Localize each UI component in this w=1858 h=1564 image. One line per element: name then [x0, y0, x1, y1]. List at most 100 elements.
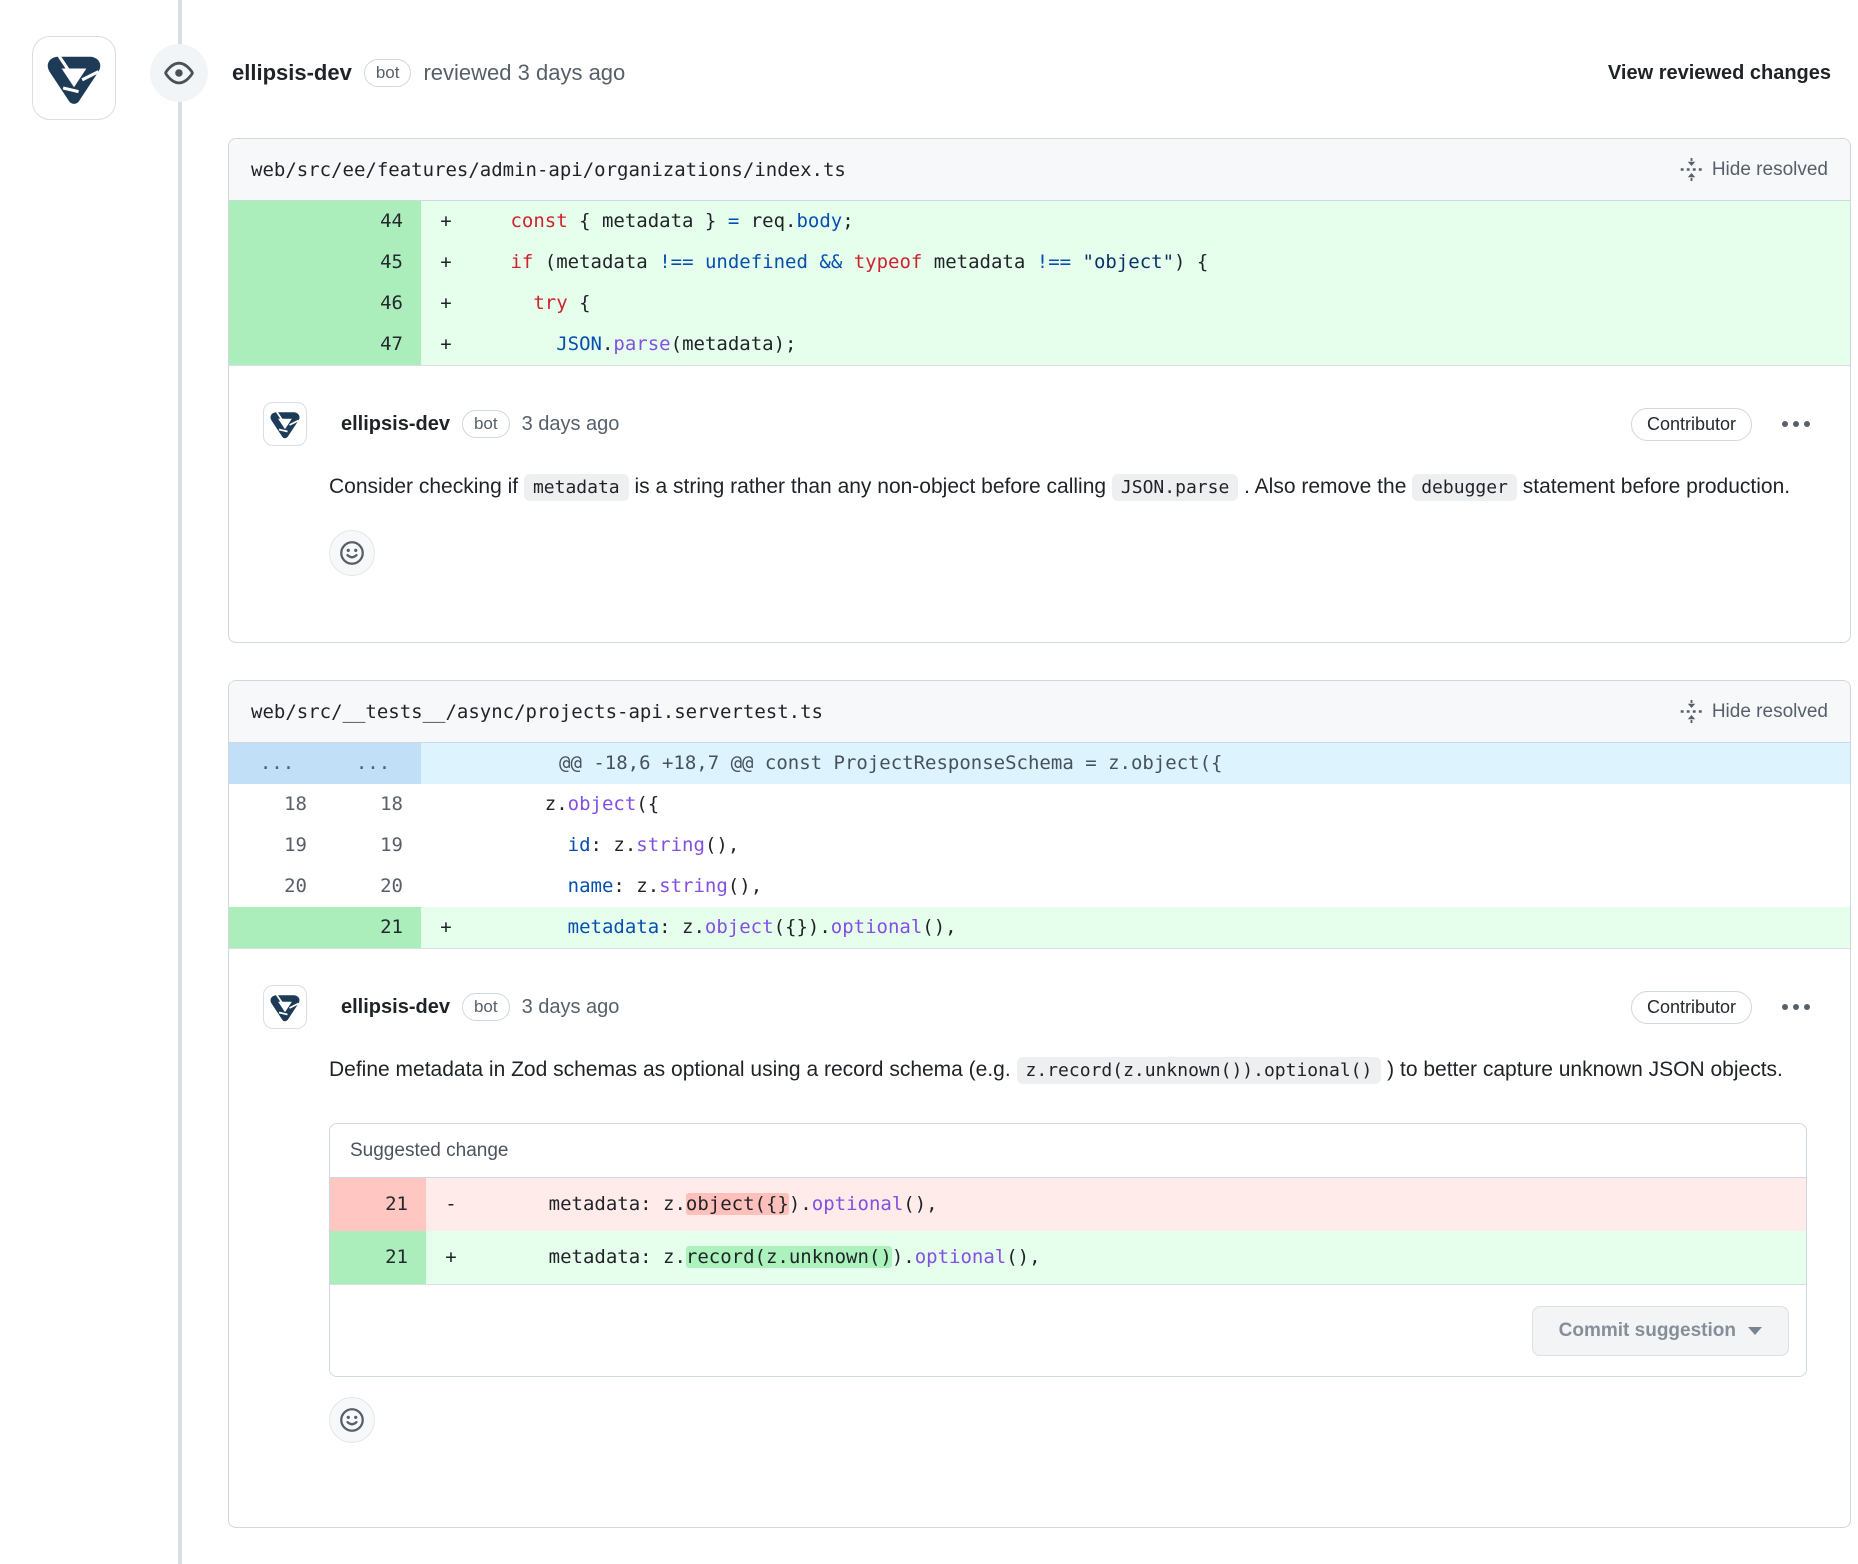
suggestion-diff: 21- metadata: z.object({}).optional(),21… — [330, 1178, 1806, 1285]
review-title: ellipsis-dev bot reviewed 3 days ago — [232, 59, 625, 87]
review-header: ellipsis-dev bot reviewed 3 days ago Vie… — [150, 44, 1831, 102]
view-reviewed-changes-link[interactable]: View reviewed changes — [1608, 62, 1831, 85]
diff-line: 1919 id: z.string(), — [229, 825, 1850, 866]
kebab-menu-icon[interactable] — [1780, 998, 1812, 1016]
hide-resolved-label: Hide resolved — [1712, 159, 1828, 181]
fold-icon — [1680, 158, 1703, 181]
hide-resolved-button[interactable]: Hide resolved — [1680, 700, 1828, 723]
diff-line: 1818 z.object({ — [229, 784, 1850, 825]
code-line: try { — [471, 283, 1850, 324]
file-path-link[interactable]: web/src/__tests__/async/projects-api.ser… — [251, 701, 823, 723]
commit-suggestion-button[interactable]: Commit suggestion — [1532, 1306, 1789, 1356]
diff-block: ......@@ -18,6 +18,7 @@ const ProjectRes… — [229, 743, 1850, 949]
pr-review-thread: ellipsis-dev bot reviewed 3 days ago Vie… — [0, 0, 1858, 1564]
suggested-change-label: Suggested change — [330, 1124, 1806, 1178]
comment-avatar[interactable] — [263, 402, 307, 446]
old-line-number: 20 — [229, 866, 325, 907]
review-action-text: reviewed 3 days ago — [423, 60, 625, 86]
smiley-icon — [339, 1407, 365, 1433]
inline-code: debugger — [1412, 474, 1517, 501]
diff-sign: - — [426, 1178, 476, 1231]
diff-sign — [421, 784, 471, 825]
kebab-menu-icon[interactable] — [1780, 415, 1812, 433]
suggested-change-block: Suggested change 21- metadata: z.object(… — [329, 1123, 1807, 1377]
fold-icon — [1680, 700, 1703, 723]
comment-header: ellipsis-dev bot 3 days ago Contributor — [263, 400, 1812, 448]
new-line-number: 20 — [325, 866, 421, 907]
code-line: z.object({ — [471, 784, 1850, 825]
new-line-number: 21 — [330, 1178, 426, 1231]
timeline-line — [178, 0, 182, 1564]
file-path-link[interactable]: web/src/ee/features/admin-api/organizati… — [251, 159, 846, 181]
add-reaction-button[interactable] — [329, 1397, 375, 1443]
old-line-number: 18 — [229, 784, 325, 825]
reviewer-avatar[interactable] — [32, 36, 116, 120]
smiley-icon — [339, 540, 365, 566]
code-line: if (metadata !== undefined && typeof met… — [471, 242, 1850, 283]
old-line-number — [229, 907, 325, 948]
reviewer-name[interactable]: ellipsis-dev — [232, 60, 352, 86]
comment-author[interactable]: ellipsis-dev — [341, 996, 450, 1019]
old-line-number: 19 — [229, 825, 325, 866]
comment-author[interactable]: ellipsis-dev — [341, 413, 450, 436]
diff-line: 21- metadata: z.object({}).optional(), — [330, 1178, 1806, 1231]
comment-header-left: ellipsis-dev bot 3 days ago — [263, 402, 619, 446]
diff-line: ......@@ -18,6 +18,7 @@ const ProjectRes… — [229, 743, 1850, 784]
new-line-number: 18 — [325, 784, 421, 825]
comment-body: Consider checking if metadata is a strin… — [329, 464, 1812, 510]
old-line-number — [229, 201, 325, 242]
code-line: metadata: z.object({}).optional(), — [476, 1178, 1806, 1231]
new-line-number: 21 — [330, 1231, 426, 1284]
old-line-number: ... — [229, 743, 325, 784]
comment: ellipsis-dev bot 3 days ago Contributor … — [229, 366, 1850, 576]
diff-sign — [421, 866, 471, 907]
comment-header-right: Contributor — [1631, 408, 1812, 441]
diff-sign — [421, 825, 471, 866]
diff-line: 45+ if (metadata !== undefined && typeof… — [229, 242, 1850, 283]
triangle-down-icon — [1748, 1327, 1762, 1335]
new-line-number: 19 — [325, 825, 421, 866]
comment-body: Define metadata in Zod schemas as option… — [329, 1047, 1812, 1093]
ellipsis-logo-icon — [45, 49, 103, 107]
diff-line: 21+ metadata: z.record(z.unknown()).opti… — [330, 1231, 1806, 1284]
hide-resolved-label: Hide resolved — [1712, 701, 1828, 723]
diff-line: 46+ try { — [229, 283, 1850, 324]
comment-timestamp[interactable]: 3 days ago — [522, 413, 620, 436]
comment: ellipsis-dev bot 3 days ago Contributor … — [229, 949, 1850, 1443]
inline-code: metadata — [524, 474, 629, 501]
code-line: id: z.string(), — [471, 825, 1850, 866]
contributor-badge: Contributor — [1631, 408, 1752, 441]
new-line-number: 44 — [325, 201, 421, 242]
ellipsis-logo-icon — [269, 991, 301, 1023]
diff-sign: + — [421, 907, 471, 948]
new-line-number: ... — [325, 743, 421, 784]
hide-resolved-button[interactable]: Hide resolved — [1680, 158, 1828, 181]
old-line-number — [229, 324, 325, 365]
old-line-number — [229, 242, 325, 283]
file-header: web/src/ee/features/admin-api/organizati… — [229, 139, 1850, 201]
diff-line: 44+ const { metadata } = req.body; — [229, 201, 1850, 242]
diff-sign: + — [421, 324, 471, 365]
old-line-number — [229, 283, 325, 324]
diff-line: 21+ metadata: z.object({}).optional(), — [229, 907, 1850, 948]
diff-block: 44+ const { metadata } = req.body;45+ if… — [229, 201, 1850, 366]
code-line: metadata: z.record(z.unknown()).optional… — [476, 1231, 1806, 1284]
diff-sign: + — [421, 283, 471, 324]
review-comment-card: web/src/__tests__/async/projects-api.ser… — [228, 680, 1851, 1528]
comment-timestamp[interactable]: 3 days ago — [522, 996, 620, 1019]
add-reaction-button[interactable] — [329, 530, 375, 576]
bot-badge: bot — [462, 993, 510, 1021]
suggestion-footer: Commit suggestion — [330, 1285, 1806, 1376]
new-line-number: 45 — [325, 242, 421, 283]
comment-header: ellipsis-dev bot 3 days ago Contributor — [263, 983, 1812, 1031]
bot-badge: bot — [462, 410, 510, 438]
comment-avatar[interactable] — [263, 985, 307, 1029]
bot-badge: bot — [364, 59, 412, 87]
new-line-number: 47 — [325, 324, 421, 365]
diff-sign: + — [421, 201, 471, 242]
diff-sign: + — [426, 1231, 476, 1284]
hunk-header: @@ -18,6 +18,7 @@ const ProjectResponseS… — [421, 743, 1850, 784]
diff-sign: + — [421, 242, 471, 283]
comment-header-left: ellipsis-dev bot 3 days ago — [263, 985, 619, 1029]
eye-icon — [150, 44, 208, 102]
